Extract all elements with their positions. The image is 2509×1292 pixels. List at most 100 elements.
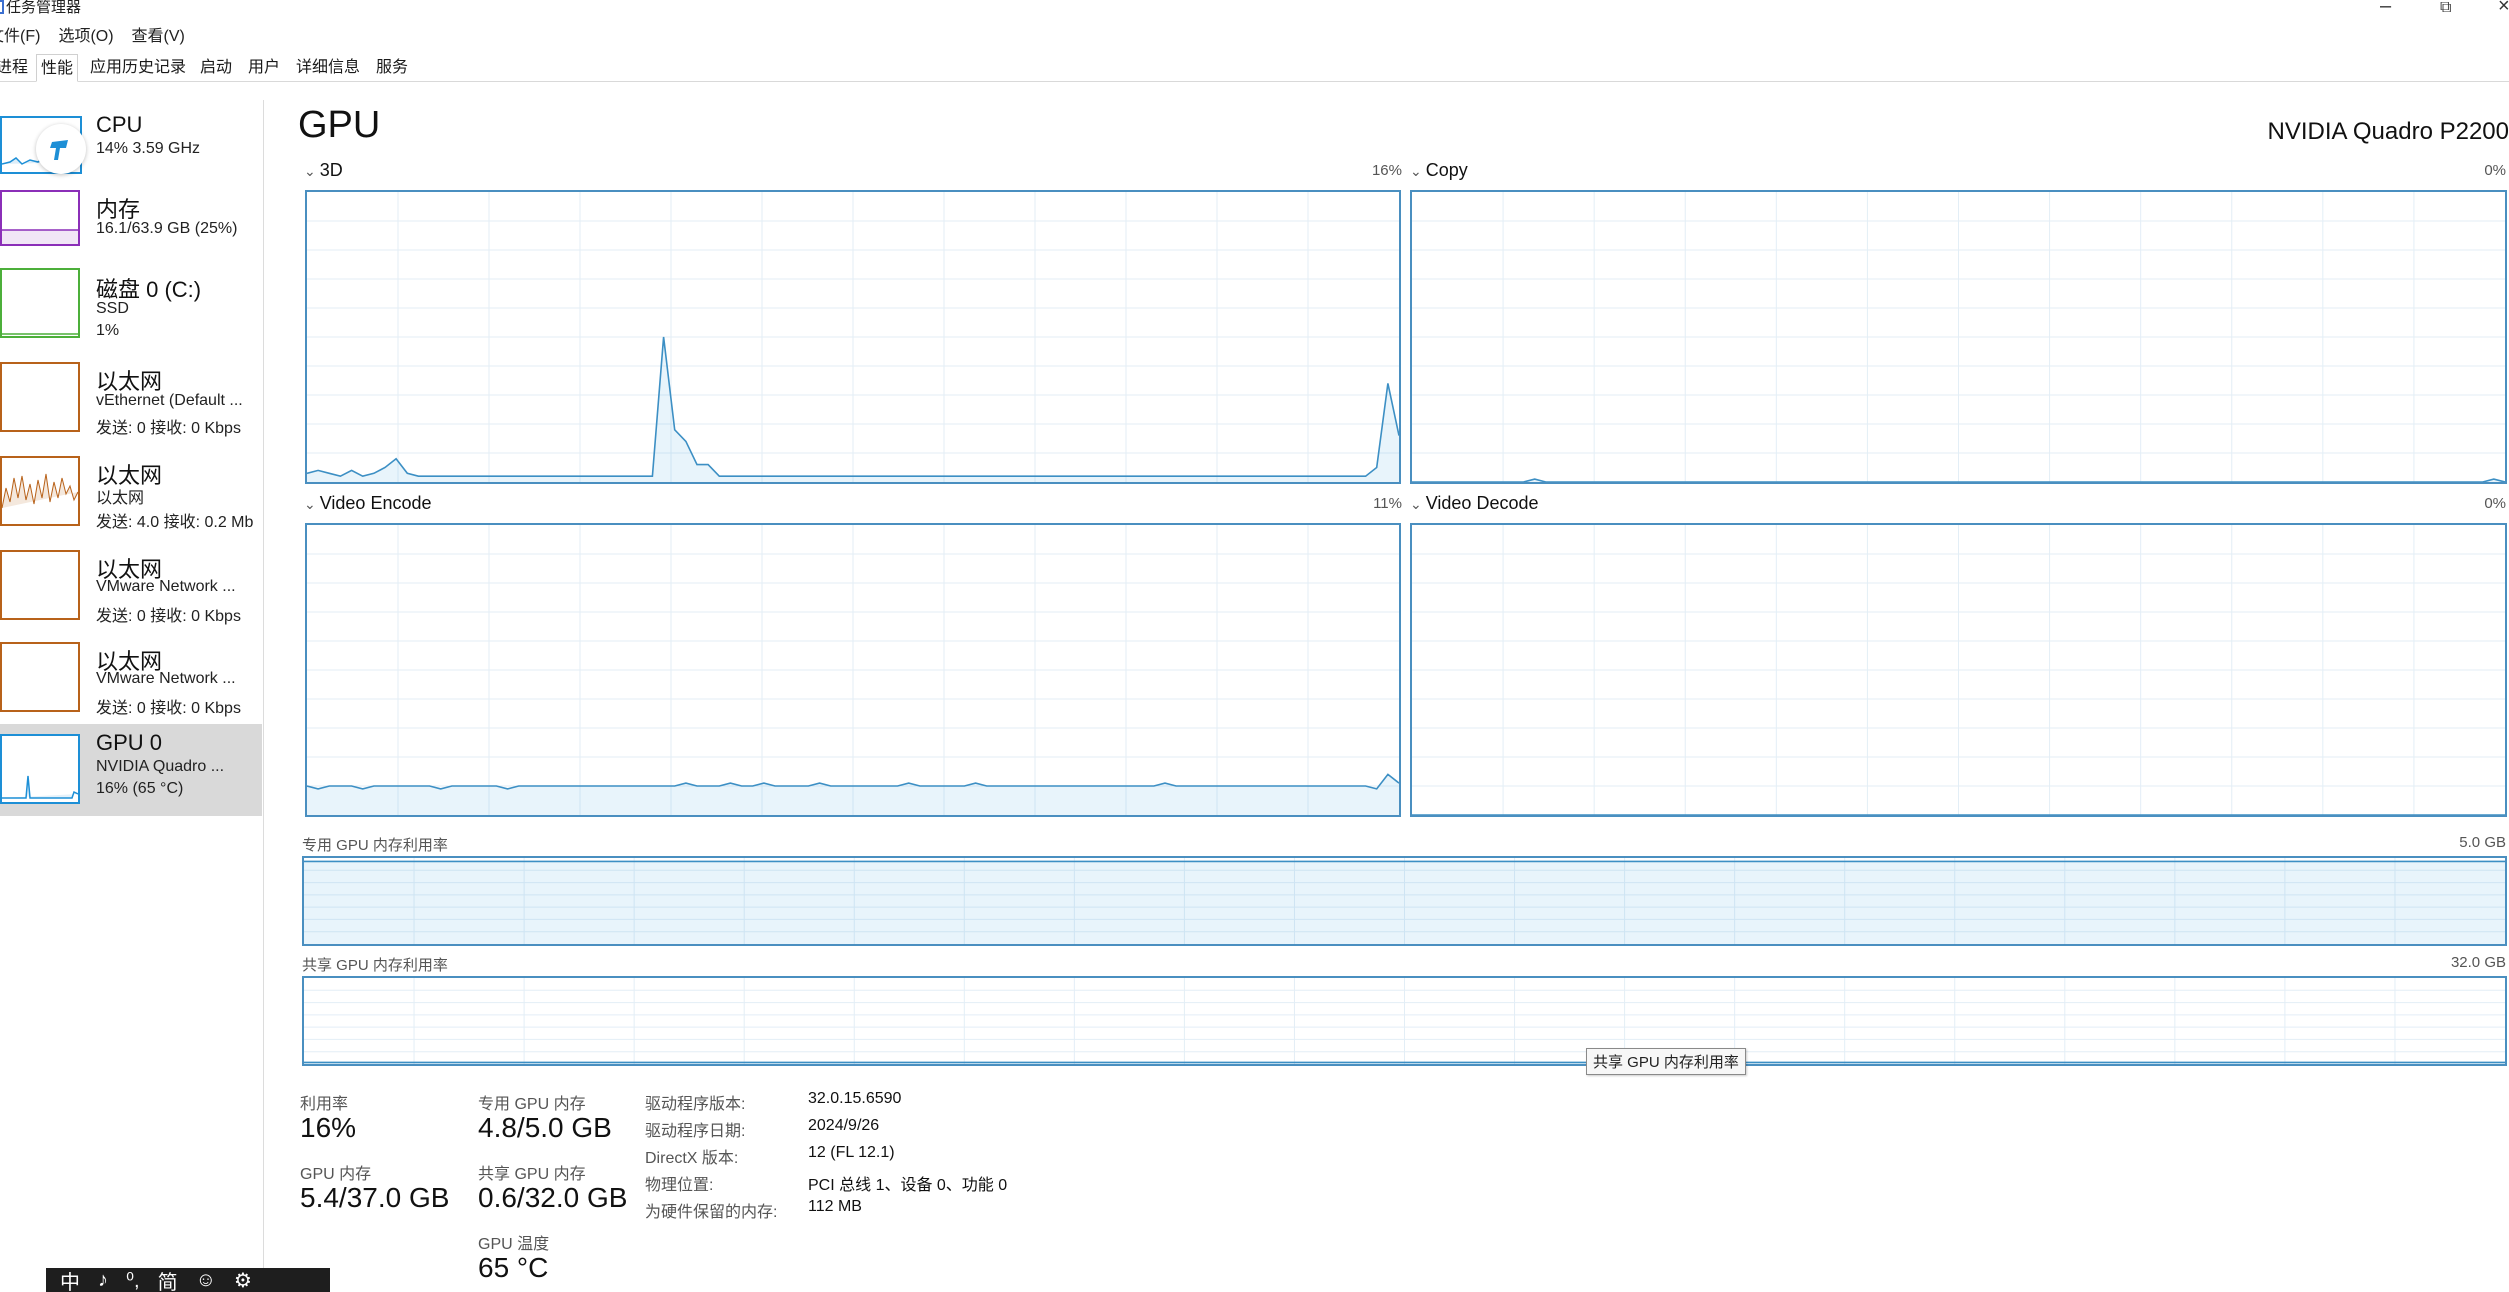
shared-memory-label: 共享 GPU 内存 bbox=[478, 1166, 586, 1183]
tab-processes[interactable]: 进程 bbox=[0, 54, 32, 82]
sidebar-item-gpu[interactable]: GPU 0 NVIDIA Quadro ... 16% (65 °C) bbox=[0, 724, 262, 816]
directx-version-value: 12 (FL 12.1) bbox=[808, 1144, 895, 1161]
restore-button[interactable]: ⧉ bbox=[2440, 0, 2451, 18]
engine-video-decode-label[interactable]: ⌄ Video Decode bbox=[1410, 493, 1539, 514]
shared-memory-value: 0.6/32.0 GB bbox=[478, 1182, 628, 1213]
driver-date-value: 2024/9/26 bbox=[808, 1117, 880, 1134]
sidebar-item-ethernet-1[interactable]: 以太网 vEthernet (Default ... 发送: 0 接收: 0 K… bbox=[0, 358, 262, 450]
sidebar-gpu-model: NVIDIA Quadro ... bbox=[96, 758, 225, 775]
chevron-down-icon: ⌄ bbox=[1410, 496, 1422, 512]
driver-date-label: 驱动程序日期: bbox=[645, 1123, 746, 1140]
menu-options[interactable]: 选项(O) bbox=[58, 22, 113, 45]
engine-3d-graph bbox=[305, 190, 1401, 484]
dedicated-memory-graph-label: 专用 GPU 内存利用率 bbox=[302, 837, 448, 854]
sidebar-cpu-usage: 14% 3.59 GHz bbox=[96, 140, 201, 157]
ethernet-1-thumbnail bbox=[0, 362, 80, 432]
gpu-memory-label: GPU 内存 bbox=[300, 1166, 372, 1183]
engine-video-decode-pct: 0% bbox=[2484, 495, 2506, 512]
tab-performance[interactable]: 性能 bbox=[36, 54, 79, 82]
ime-settings-icon[interactable]: ⚙ bbox=[234, 1268, 252, 1292]
ime-toolbar: 中 ♪ ⁰, 简 ☺ ⚙ bbox=[46, 1268, 330, 1292]
ime-simplified-button[interactable]: 简 bbox=[158, 1266, 178, 1292]
chevron-down-icon: ⌄ bbox=[304, 163, 316, 179]
engine-copy-pct: 0% bbox=[2484, 162, 2506, 179]
sidebar-gpu-usage: 16% (65 °C) bbox=[96, 780, 184, 797]
graph-tooltip: 共享 GPU 内存利用率 bbox=[1586, 1048, 1746, 1075]
sidebar-item-ethernet-2[interactable]: 以太网 以太网 发送: 4.0 接收: 0.2 Mb bbox=[0, 452, 262, 544]
ime-moon-icon[interactable]: ♪ bbox=[98, 1269, 108, 1292]
physical-location-label: 物理位置: bbox=[645, 1177, 714, 1194]
menu-file[interactable]: 文件(F) bbox=[0, 22, 40, 45]
sidebar-ethernet-2-throughput: 发送: 4.0 接收: 0.2 Mb bbox=[96, 514, 254, 531]
utilization-value: 16% bbox=[300, 1112, 357, 1143]
close-button[interactable]: × bbox=[2498, 0, 2509, 16]
sidebar-item-ethernet-4[interactable]: 以太网 VMware Network ... 发送: 0 接收: 0 Kbps bbox=[0, 638, 262, 730]
title-bar: 任务管理器 – ⧉ × bbox=[0, 0, 2509, 20]
engine-video-encode-label[interactable]: ⌄ Video Encode bbox=[304, 493, 432, 514]
engine-3d-label[interactable]: ⌄ 3D bbox=[304, 160, 343, 181]
engine-copy-chart bbox=[1412, 192, 2505, 482]
app-icon bbox=[0, 0, 4, 14]
engine-copy-label[interactable]: ⌄ Copy bbox=[1410, 160, 1468, 181]
ime-emoji-icon[interactable]: ☺ bbox=[196, 1269, 216, 1292]
sidebar-ethernet-4-throughput: 发送: 0 接收: 0 Kbps bbox=[96, 700, 241, 717]
engine-copy-graph bbox=[1410, 190, 2507, 484]
sidebar-item-disk[interactable]: 磁盘 0 (C:) SSD 1% bbox=[0, 266, 262, 358]
performance-sidebar: CPU 14% 3.59 GHz 内存 16.1/63.9 GB (25%) 磁… bbox=[0, 100, 264, 1292]
gpu-thumbnail bbox=[0, 734, 80, 804]
minimize-button[interactable]: – bbox=[2380, 0, 2391, 16]
tab-bar: 进程 性能 应用历史记录 启动 用户 详细信息 服务 bbox=[0, 52, 2509, 82]
tab-services[interactable]: 服务 bbox=[372, 54, 412, 82]
ethernet-2-thumbnail bbox=[0, 456, 80, 526]
engine-3d-chart bbox=[307, 192, 1399, 482]
ime-mode-button[interactable]: 中 bbox=[60, 1266, 80, 1292]
sidebar-gpu-name: GPU 0 bbox=[96, 730, 163, 755]
tab-users[interactable]: 用户 bbox=[244, 54, 284, 82]
chevron-down-icon: ⌄ bbox=[1410, 163, 1422, 179]
driver-version-label: 驱动程序版本: bbox=[645, 1096, 746, 1113]
engine-video-decode-graph bbox=[1410, 523, 2507, 817]
chevron-down-icon: ⌄ bbox=[304, 496, 316, 512]
ime-punctuation-icon[interactable]: ⁰, bbox=[126, 1268, 140, 1292]
shared-memory-graph-max: 32.0 GB bbox=[2450, 954, 2506, 971]
sidebar-cpu-name: CPU bbox=[96, 112, 143, 137]
dedicated-memory-graph bbox=[302, 856, 2507, 946]
sidebar-item-memory[interactable]: 内存 16.1/63.9 GB (25%) bbox=[0, 186, 262, 278]
tab-startup[interactable]: 启动 bbox=[196, 54, 236, 82]
engine-video-encode-chart bbox=[307, 525, 1399, 815]
sidebar-ethernet-1-throughput: 发送: 0 接收: 0 Kbps bbox=[96, 420, 241, 437]
sidebar-ethernet-2-adapter: 以太网 bbox=[96, 490, 145, 507]
tab-app-history[interactable]: 应用历史记录 bbox=[86, 54, 190, 82]
sidebar-ethernet-1-adapter: vEthernet (Default ... bbox=[96, 392, 243, 409]
ethernet-3-thumbnail bbox=[0, 550, 80, 620]
driver-version-value: 32.0.15.6590 bbox=[808, 1090, 902, 1107]
sidebar-ethernet-4-adapter: VMware Network ... bbox=[96, 670, 236, 687]
menu-bar: 文件(F) 选项(O) 查看(V) bbox=[0, 22, 185, 45]
series-area bbox=[304, 861, 2505, 944]
physical-location-value: PCI 总线 1、设备 0、功能 0 bbox=[808, 1177, 1008, 1194]
sidebar-ethernet-3-adapter: VMware Network ... bbox=[96, 578, 236, 595]
gpu-memory-value: 5.4/37.0 GB bbox=[300, 1182, 450, 1213]
tab-details[interactable]: 详细信息 bbox=[292, 54, 364, 82]
gpu-model-name: NVIDIA Quadro P2200 bbox=[2267, 118, 2509, 145]
shared-memory-chart bbox=[304, 978, 2505, 1064]
window-title: 任务管理器 bbox=[6, 0, 82, 16]
floating-logo-icon bbox=[36, 124, 86, 174]
sidebar-memory-usage: 16.1/63.9 GB (25%) bbox=[96, 220, 238, 237]
menu-view[interactable]: 查看(V) bbox=[132, 22, 185, 45]
reserved-memory-label: 为硬件保留的内存: bbox=[645, 1204, 778, 1221]
directx-version-label: DirectX 版本: bbox=[645, 1150, 739, 1167]
ethernet-4-thumbnail bbox=[0, 642, 80, 712]
page-title: GPU bbox=[298, 104, 381, 146]
sidebar-item-ethernet-3[interactable]: 以太网 VMware Network ... 发送: 0 接收: 0 Kbps bbox=[0, 546, 262, 638]
gpu-temp-label: GPU 温度 bbox=[478, 1236, 550, 1253]
sidebar-ethernet-3-throughput: 发送: 0 接收: 0 Kbps bbox=[96, 608, 241, 625]
utilization-label: 利用率 bbox=[300, 1096, 349, 1113]
sidebar-disk-type: SSD bbox=[96, 300, 129, 317]
gpu-temp-value: 65 °C bbox=[478, 1252, 549, 1283]
sidebar-disk-usage: 1% bbox=[96, 322, 120, 339]
dedicated-memory-graph-max: 5.0 GB bbox=[2459, 834, 2506, 851]
engine-video-decode-chart bbox=[1412, 525, 2505, 815]
memory-thumbnail bbox=[0, 190, 80, 246]
shared-memory-graph-label: 共享 GPU 内存利用率 bbox=[302, 957, 448, 974]
